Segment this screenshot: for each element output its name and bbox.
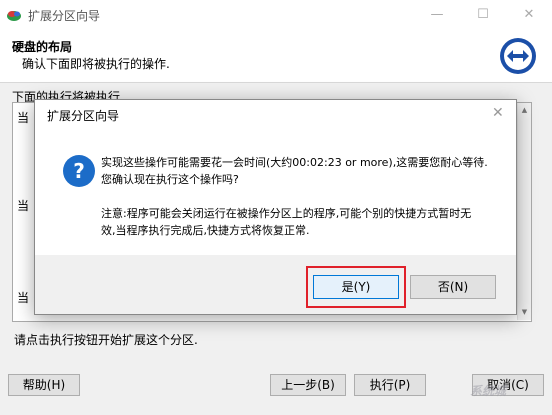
dialog-close-icon[interactable]: ✕ bbox=[492, 105, 504, 121]
confirm-dialog: 扩展分区向导 ✕ ? 实现这些操作可能需要花一会时间(大约00:02:23 or… bbox=[34, 99, 517, 315]
resize-partition-icon bbox=[500, 38, 536, 74]
vertical-scrollbar[interactable]: ▲ ▼ bbox=[517, 103, 531, 320]
question-icon: ? bbox=[63, 155, 95, 187]
page-subtitle: 确认下面即将被执行的操作. bbox=[22, 57, 170, 71]
page-title: 硬盘的布局 bbox=[12, 40, 73, 54]
minimize-button[interactable]: — bbox=[414, 0, 460, 30]
list-item: 当 bbox=[17, 111, 30, 125]
list-item: 当 bbox=[17, 291, 30, 305]
window-title: 扩展分区向导 bbox=[28, 9, 101, 23]
yes-button[interactable]: 是(Y) bbox=[313, 275, 399, 299]
dialog-message-line1: 实现这些操作可能需要花一会时间(大约00:02:23 or more),这需要您… bbox=[101, 156, 488, 169]
dialog-title: 扩展分区向导 bbox=[47, 109, 120, 123]
scroll-down-icon[interactable]: ▼ bbox=[518, 306, 531, 318]
watermark: 系统城 bbox=[470, 384, 507, 398]
dialog-message-line2: 您确认现在执行这个操作吗? bbox=[101, 173, 239, 186]
list-item: 当 bbox=[17, 199, 30, 213]
instruction-text: 请点击执行按钮开始扩展这个分区. bbox=[14, 333, 198, 347]
back-button[interactable]: 上一步(B) bbox=[270, 374, 346, 396]
no-button[interactable]: 否(N) bbox=[410, 275, 496, 299]
wizard-header: 硬盘的布局 确认下面即将被执行的操作. bbox=[0, 30, 552, 83]
maximize-button[interactable]: ☐ bbox=[460, 0, 506, 30]
execute-button[interactable]: 执行(P) bbox=[354, 374, 426, 396]
dialog-note-line2: 效,当程序执行完成后,快捷方式将恢复正常. bbox=[101, 224, 310, 237]
scroll-up-icon[interactable]: ▲ bbox=[518, 104, 531, 116]
window-titlebar: 扩展分区向导 — ☐ ✕ bbox=[0, 0, 552, 30]
close-button[interactable]: ✕ bbox=[506, 0, 552, 30]
help-button[interactable]: 帮助(H) bbox=[8, 374, 80, 396]
dialog-note-line1: 注意:程序可能会关闭运行在被操作分区上的程序,可能个别的快捷方式暂时无 bbox=[101, 207, 472, 220]
app-icon bbox=[7, 11, 21, 21]
